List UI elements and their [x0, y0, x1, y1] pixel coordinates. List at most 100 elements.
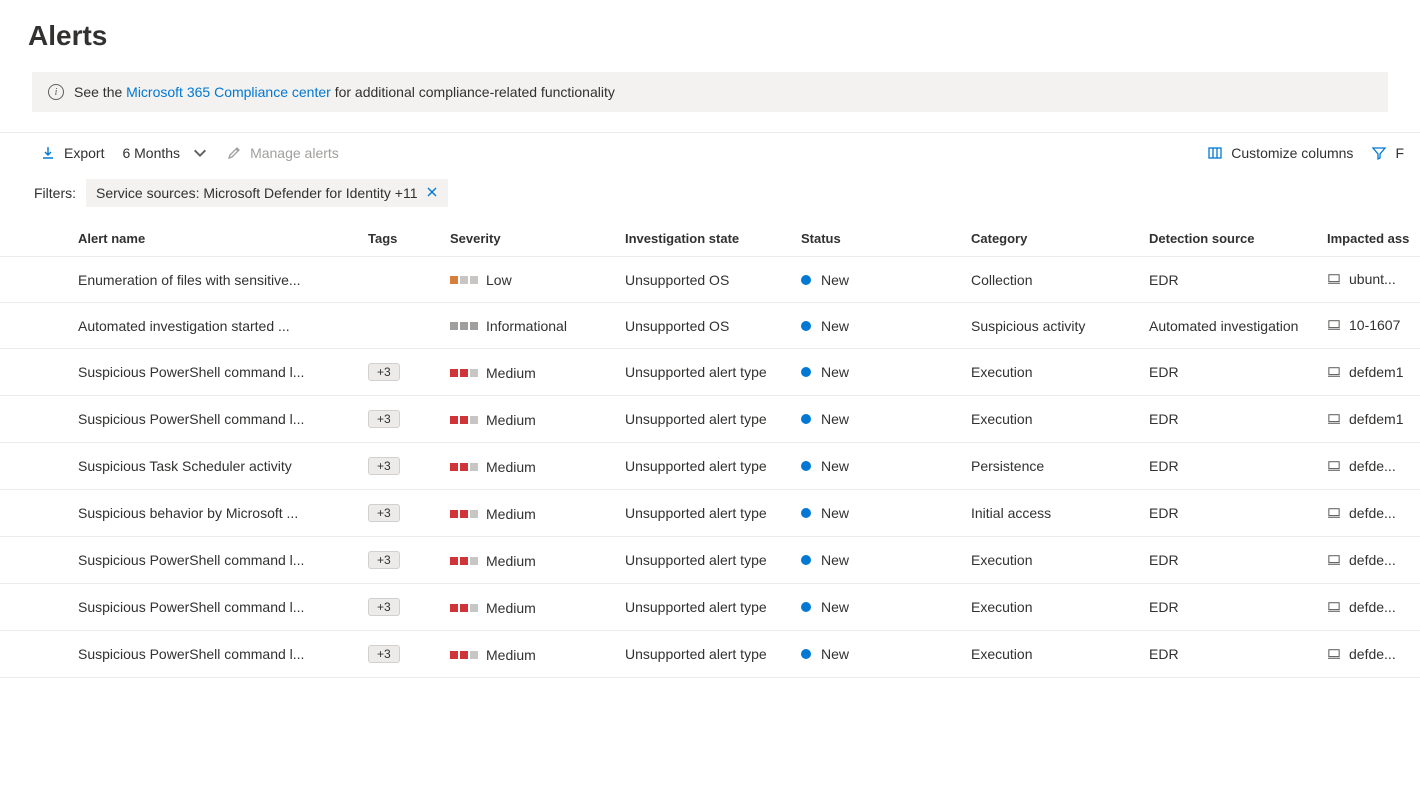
category-label: Execution	[971, 599, 1149, 615]
col-header-status[interactable]: Status	[801, 231, 971, 246]
status-dot-icon	[801, 461, 811, 471]
impacted-asset[interactable]: defde...	[1327, 646, 1396, 662]
columns-icon	[1207, 145, 1223, 161]
impacted-asset[interactable]: defde...	[1327, 552, 1396, 568]
alert-name-link[interactable]: Suspicious PowerShell command l...	[78, 411, 304, 427]
tag-badge[interactable]: +3	[368, 551, 400, 569]
alert-name-link[interactable]: Suspicious PowerShell command l...	[78, 364, 304, 380]
investigation-state: Unsupported OS	[625, 272, 801, 288]
tag-badge[interactable]: +3	[368, 504, 400, 522]
detection-source-label: EDR	[1149, 505, 1327, 521]
detection-source-label: EDR	[1149, 646, 1327, 662]
severity-label: Medium	[486, 600, 536, 616]
range-dropdown[interactable]: 6 Months	[122, 145, 208, 161]
edit-icon	[226, 145, 242, 161]
detection-source-label: EDR	[1149, 552, 1327, 568]
impacted-asset[interactable]: defde...	[1327, 458, 1396, 474]
severity-label: Medium	[486, 365, 536, 381]
export-button[interactable]: Export	[40, 145, 104, 161]
impacted-asset[interactable]: defdem1	[1327, 364, 1403, 380]
filter-chip-remove[interactable]	[426, 185, 438, 201]
status-dot-icon	[801, 555, 811, 565]
table-row[interactable]: Suspicious PowerShell command l...+3Medi…	[0, 631, 1420, 678]
severity-bars-icon	[450, 604, 478, 612]
device-icon	[1327, 413, 1341, 425]
col-header-category[interactable]: Category	[971, 231, 1149, 246]
table-header: Alert name Tags Severity Investigation s…	[0, 221, 1420, 257]
category-label: Collection	[971, 272, 1149, 288]
manage-label: Manage alerts	[250, 145, 339, 161]
impacted-asset[interactable]: defde...	[1327, 599, 1396, 615]
filter-label: F	[1395, 145, 1404, 161]
col-header-tags[interactable]: Tags	[368, 231, 450, 246]
customize-columns-button[interactable]: Customize columns	[1207, 145, 1353, 161]
asset-name: defde...	[1349, 552, 1396, 568]
detection-source-label: Automated investigation	[1149, 318, 1327, 334]
alert-name-link[interactable]: Enumeration of files with sensitive...	[78, 272, 301, 288]
col-header-impacted[interactable]: Impacted ass	[1327, 231, 1420, 246]
col-header-name[interactable]: Alert name	[78, 231, 368, 246]
tag-badge[interactable]: +3	[368, 410, 400, 428]
investigation-state: Unsupported alert type	[625, 411, 801, 427]
investigation-state: Unsupported alert type	[625, 552, 801, 568]
alert-name-link[interactable]: Suspicious behavior by Microsoft ...	[78, 505, 298, 521]
impacted-asset[interactable]: 10-1607	[1327, 317, 1400, 333]
customize-label: Customize columns	[1231, 145, 1353, 161]
table-row[interactable]: Suspicious behavior by Microsoft ...+3Me…	[0, 490, 1420, 537]
table-row[interactable]: Suspicious PowerShell command l... +3 Medi…	[0, 584, 1420, 631]
tag-badge[interactable]: +3	[368, 645, 400, 663]
category-label: Execution	[971, 646, 1149, 662]
col-header-severity[interactable]: Severity	[450, 231, 625, 246]
detection-source-label: EDR	[1149, 411, 1327, 427]
severity-label: Informational	[486, 318, 567, 334]
info-icon: i	[48, 84, 64, 100]
alert-name-link[interactable]: Suspicious PowerShell command l...	[78, 646, 304, 662]
toolbar: Export 6 Months Manage alerts Customize …	[0, 133, 1420, 173]
filters-label: Filters:	[34, 185, 76, 201]
filter-button[interactable]: F	[1371, 145, 1404, 161]
investigation-state: Unsupported alert type	[625, 458, 801, 474]
category-label: Persistence	[971, 458, 1149, 474]
category-label: Execution	[971, 552, 1149, 568]
alert-name-link[interactable]: Suspicious Task Scheduler activity	[78, 458, 292, 474]
tag-badge[interactable]: +3	[368, 363, 400, 381]
compliance-center-link[interactable]: Microsoft 365 Compliance center	[126, 84, 331, 100]
category-label: Initial access	[971, 505, 1149, 521]
tag-badge[interactable]: +3	[368, 598, 400, 616]
impacted-asset[interactable]: defdem1	[1327, 411, 1403, 427]
device-icon	[1327, 273, 1341, 285]
detection-source-label: EDR	[1149, 364, 1327, 380]
alert-name-link[interactable]: Suspicious PowerShell command l...	[78, 599, 304, 615]
severity-bars-icon	[450, 651, 478, 659]
status-dot-icon	[801, 367, 811, 377]
alert-name-link[interactable]: Suspicious PowerShell command l...	[78, 552, 304, 568]
filter-chip-service-sources[interactable]: Service sources: Microsoft Defender for …	[86, 179, 448, 207]
asset-name: defde...	[1349, 458, 1396, 474]
asset-name: defdem1	[1349, 411, 1403, 427]
table-row[interactable]: Suspicious Task Scheduler activity+3Medi…	[0, 443, 1420, 490]
alert-name-link[interactable]: Automated investigation started ...	[78, 318, 290, 334]
col-header-investigation[interactable]: Investigation state	[625, 231, 801, 246]
impacted-asset[interactable]: defde...	[1327, 505, 1396, 521]
table-row[interactable]: Suspicious PowerShell command l... +3 Medi…	[0, 537, 1420, 584]
severity-label: Medium	[486, 412, 536, 428]
asset-name: 10-1607	[1349, 317, 1400, 333]
filter-chip-value: Microsoft Defender for Identity +11	[203, 185, 417, 201]
status-label: New	[821, 272, 849, 288]
impacted-asset[interactable]: ubunt...	[1327, 271, 1396, 287]
table-row[interactable]: Suspicious PowerShell command l... +3 Medi…	[0, 349, 1420, 396]
col-header-detection[interactable]: Detection source	[1149, 231, 1327, 246]
tag-badge[interactable]: +3	[368, 457, 400, 475]
table-row[interactable]: Suspicious PowerShell command l... +3 Medi…	[0, 396, 1420, 443]
severity-bars-icon	[450, 557, 478, 565]
device-icon	[1327, 507, 1341, 519]
investigation-state: Unsupported alert type	[625, 646, 801, 662]
severity-label: Medium	[486, 553, 536, 569]
table-row[interactable]: Enumeration of files with sensitive...Lo…	[0, 257, 1420, 303]
investigation-state: Unsupported alert type	[625, 599, 801, 615]
table-row[interactable]: Automated investigation started ... Infor…	[0, 303, 1420, 349]
status-label: New	[821, 318, 849, 334]
severity-bars-icon	[450, 510, 478, 518]
manage-alerts-button[interactable]: Manage alerts	[226, 145, 339, 161]
status-dot-icon	[801, 414, 811, 424]
